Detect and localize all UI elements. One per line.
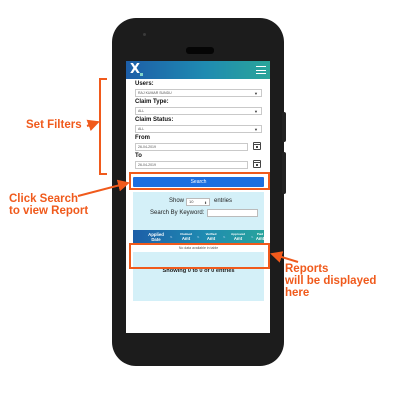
- set-filters-annotation: Set Filters: [26, 119, 82, 131]
- reports-annotation: Reports will be displayed here: [285, 263, 377, 300]
- filters-arrow: [86, 119, 100, 132]
- click-search-annotation: Click Search to view Report: [9, 193, 89, 218]
- reports-arrow: [270, 251, 299, 263]
